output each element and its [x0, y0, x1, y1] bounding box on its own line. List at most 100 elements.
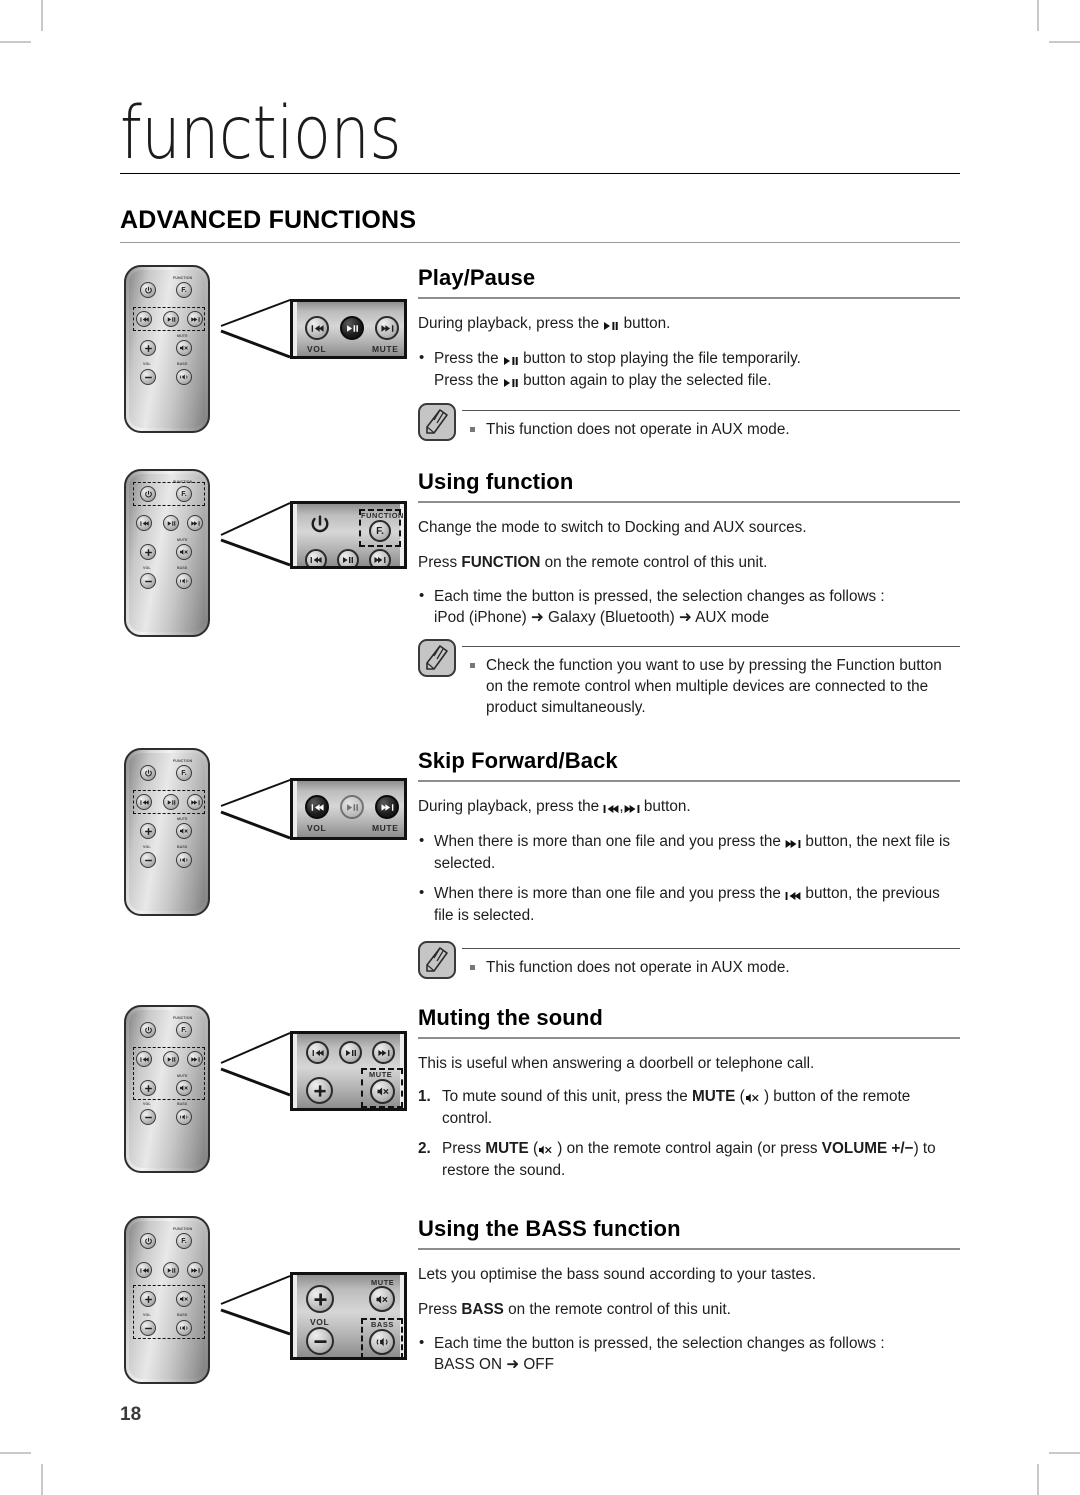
- remote-control: FUNCTION F.: [124, 1216, 210, 1384]
- remote-control: FUNCTION F.: [124, 748, 210, 916]
- callout-volume-down-button: [306, 1327, 334, 1355]
- callout-skip-forward-button: [372, 1041, 395, 1064]
- section-play-pause: FUNCTION F. MUTE VOL BASS VOL MUTE Play/…: [120, 265, 960, 441]
- mute-button: [176, 823, 192, 839]
- chapter-rule: [120, 173, 960, 174]
- play-pause-button: [163, 794, 179, 810]
- callout-skip-forward-button: [375, 316, 399, 340]
- callout-play-pause-button: [337, 549, 359, 566]
- section-heading-rule: [418, 1248, 960, 1250]
- callout-skip-forward-button: [375, 795, 399, 819]
- callout-edge: [293, 1034, 297, 1108]
- list-item: Press MUTE ( ) on the remote control aga…: [418, 1138, 936, 1179]
- volume-down-button: [140, 852, 156, 868]
- function-keyword: FUNCTION: [461, 554, 541, 571]
- section-using-function: FUNCTION F. MUTE VOL BASS FUNCTION F. Us…: [120, 469, 960, 718]
- callout-bass-label: BASS: [371, 1320, 394, 1329]
- text-using-function: Using function Change the mode to switch…: [410, 469, 960, 718]
- skip-back-button: [136, 1051, 152, 1067]
- step-1-pre: To mute sound of this unit, press the: [442, 1088, 692, 1105]
- list-item: Each time the button is pressed, the sel…: [418, 1332, 960, 1375]
- section-heading: Using the BASS function: [418, 1216, 681, 1241]
- mute-button: [176, 544, 192, 560]
- mute-keyword: MUTE: [692, 1088, 736, 1105]
- callout-skip-back-button: [305, 316, 329, 340]
- bass-label: BASS: [177, 1313, 188, 1317]
- list-item: To mute sound of this unit, press the MU…: [418, 1086, 911, 1127]
- function-button: F.: [176, 765, 192, 781]
- mute-keyword: MUTE: [485, 1140, 529, 1157]
- section-heading-rule: [418, 297, 960, 299]
- intro2-pre: Press: [418, 554, 462, 571]
- callout-power-button: [307, 512, 333, 538]
- skip-forward-glyph: [624, 798, 640, 818]
- callout-mute-label: MUTE: [369, 1070, 393, 1079]
- callout-play-pause-button: [339, 1041, 362, 1064]
- section-intro-2: Press BASS on the remote control of this…: [418, 1300, 960, 1320]
- intro2-pre: Press: [418, 1301, 462, 1318]
- crop-mark-bottom-right-h: [1049, 1452, 1080, 1454]
- function-button: F.: [176, 282, 192, 298]
- callout-edge: [293, 504, 297, 566]
- volume-up-button: [140, 544, 156, 560]
- callout-edge: [293, 302, 297, 356]
- illustration-skip: FUNCTION F. MUTE VOL BASS VOL MUTE: [120, 748, 410, 979]
- function-button: F.: [176, 1233, 192, 1249]
- chapter-title: functions: [120, 89, 402, 176]
- callout-vol-label: VOL: [307, 823, 327, 833]
- crop-mark-top-right-h: [1049, 41, 1080, 43]
- volume-down-button: [140, 1109, 156, 1125]
- volume-down-button: [140, 369, 156, 385]
- play-pause-glyph: [503, 349, 519, 370]
- callout-mute: MUTE: [290, 1031, 407, 1111]
- function-label: FUNCTION: [173, 276, 193, 280]
- section-heading-rule: [418, 780, 960, 782]
- callout-skip-forward-button: [369, 549, 391, 566]
- skip-back-button: [136, 1262, 152, 1278]
- section-heading-rule: [418, 1037, 960, 1039]
- skip-back-button: [136, 515, 152, 531]
- callout-vol-label: VOL: [310, 1317, 330, 1327]
- list-item: When there is more than one file and you…: [418, 830, 960, 874]
- play-pause-glyph: [503, 371, 519, 392]
- power-button: [140, 765, 156, 781]
- bullet-line-1: Each time the button is pressed, the sel…: [434, 588, 885, 605]
- section-using-the-bass-function: FUNCTION F. VOL BASS MUTE VOL BASS Using…: [120, 1216, 960, 1384]
- callout-edge: [293, 781, 297, 837]
- function-label: FUNCTION: [173, 1016, 193, 1020]
- callout-skip: VOL MUTE: [290, 778, 407, 840]
- bass-label: BASS: [177, 845, 188, 849]
- illustration-bass: FUNCTION F. VOL BASS MUTE VOL BASS: [120, 1216, 410, 1384]
- note-box: This function does not operate in AUX mo…: [418, 941, 960, 979]
- section-heading: Using function: [418, 469, 574, 494]
- callout-mute-button: [369, 1286, 395, 1312]
- power-button: [140, 1233, 156, 1249]
- play-pause-glyph: [603, 315, 619, 335]
- volume-up-button: [140, 1291, 156, 1307]
- skip-forward-button: [187, 1051, 203, 1067]
- callout-volume-up-button: [306, 1285, 334, 1313]
- section-intro: During playback, press the button.: [418, 314, 960, 335]
- section-heading-rule: [418, 501, 960, 503]
- callout-function-label: FUNCTION: [361, 511, 404, 520]
- function-button: F.: [176, 1022, 192, 1038]
- callout-mute-label: MUTE: [372, 344, 399, 354]
- crop-mark-bottom-right-v: [1037, 1464, 1039, 1495]
- section-intro: During playback, press the , button.: [418, 797, 960, 818]
- remote-control: FUNCTION F.: [124, 1005, 210, 1173]
- section-intro: This is useful when answering a doorbell…: [418, 1055, 815, 1072]
- intro2-post: on the remote control of this unit.: [503, 1301, 731, 1318]
- callout-bass: MUTE VOL BASS: [290, 1272, 407, 1360]
- bass-button: [176, 1109, 192, 1125]
- bullet-line-2: iPod (iPhone) ➜ Galaxy (Bluetooth) ➜ AUX…: [434, 609, 770, 626]
- callout-mute-label: MUTE: [372, 823, 399, 833]
- crop-mark-bottom-left-v: [41, 1464, 43, 1495]
- volume-up-button: [140, 340, 156, 356]
- power-button: [140, 282, 156, 298]
- step-2-mid: ) on the remote control again (or press: [553, 1140, 822, 1157]
- mute-button: [176, 340, 192, 356]
- volume-down-button: [140, 573, 156, 589]
- bullet-2-pre: When there is more than one file and you…: [434, 885, 786, 902]
- power-button: [140, 486, 156, 502]
- vol-label: VOL: [143, 845, 151, 849]
